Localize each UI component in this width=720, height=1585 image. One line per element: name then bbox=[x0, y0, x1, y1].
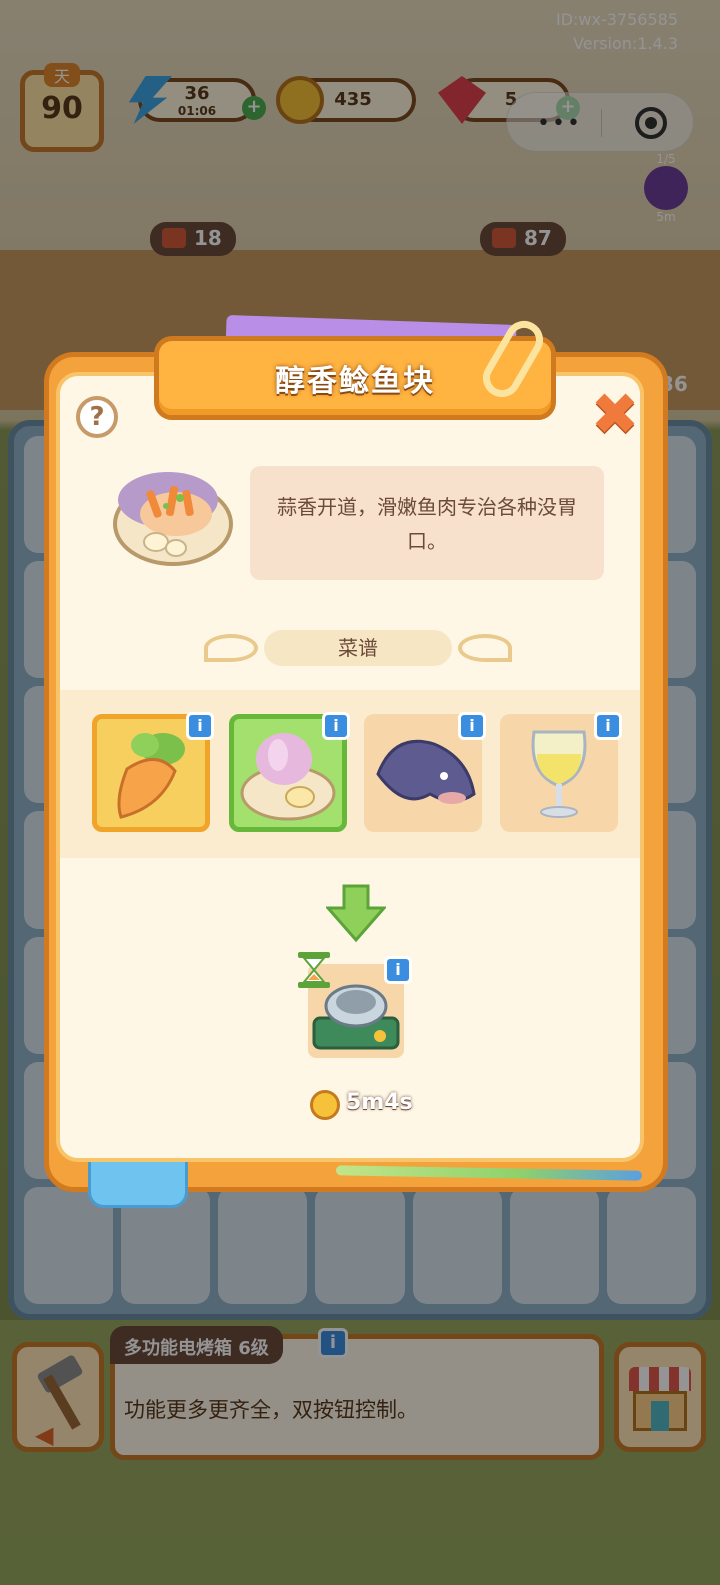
close-button[interactable]: ✖ bbox=[590, 385, 640, 443]
appliance-info-button[interactable]: i bbox=[384, 956, 412, 984]
clock-icon bbox=[310, 1090, 340, 1120]
ingredient-info-button[interactable]: i bbox=[322, 712, 350, 740]
dish-description: 蒜香开道，滑嫩鱼肉专治各种没胃口。 bbox=[277, 495, 577, 553]
swirl-ornament-right bbox=[458, 634, 512, 662]
help-button[interactable]: ? bbox=[76, 396, 118, 438]
cook-time: 5m4s bbox=[346, 1090, 413, 1115]
hourglass-icon bbox=[298, 952, 330, 988]
ingredient-info-button[interactable]: i bbox=[458, 712, 486, 740]
ingredient-info-button[interactable]: i bbox=[594, 712, 622, 740]
swirl-ornament-left bbox=[204, 634, 258, 662]
blue-tab-decoration bbox=[88, 1162, 188, 1208]
recipe-label: 菜谱 bbox=[264, 630, 452, 666]
catfish-dish-icon bbox=[113, 472, 233, 566]
arrow-down-icon bbox=[326, 884, 386, 943]
ingredient-info-button[interactable]: i bbox=[186, 712, 214, 740]
